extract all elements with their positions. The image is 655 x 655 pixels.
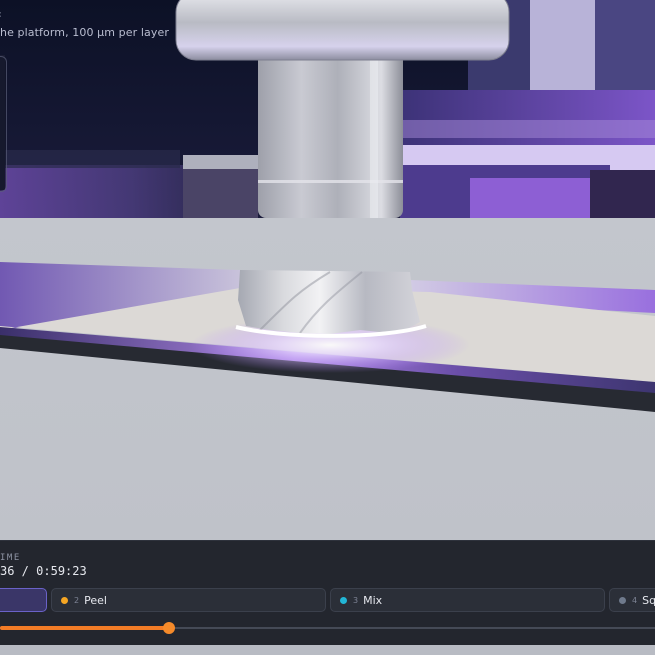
printer-scene xyxy=(0,0,655,540)
step-button-peel[interactable]: 2 Peel xyxy=(51,588,326,612)
time-total: 0:59:23 xyxy=(36,564,87,578)
app-root: ‹ he platform, 100 µm per layer IME 36 /… xyxy=(0,0,655,655)
step-number: 2 xyxy=(74,595,80,605)
step-name: Peel xyxy=(84,593,107,607)
step-button-squeeze[interactable]: 4 Squ xyxy=(609,588,655,612)
time-current: 36 xyxy=(0,564,15,578)
step-number: 4 xyxy=(632,595,638,605)
step-status-dot xyxy=(619,596,626,604)
time-readout: 36 / 0:59:23 xyxy=(0,564,87,578)
step-name: Mix xyxy=(363,593,383,607)
footer-strip xyxy=(0,645,655,655)
step-status-dot xyxy=(340,596,347,604)
step-button-1[interactable] xyxy=(0,588,47,612)
progress-scrubber-handle[interactable] xyxy=(163,622,175,634)
step-number: 3 xyxy=(353,595,359,605)
time-separator: / xyxy=(14,564,37,578)
step-button-mix[interactable]: 3 Mix xyxy=(330,588,605,612)
timeline-bar: IME 36 / 0:59:23 2 Peel 3 Mix 4 Squ xyxy=(0,540,655,655)
step-name: Squ xyxy=(642,593,655,607)
time-label: IME xyxy=(0,553,21,563)
side-panel xyxy=(0,56,7,192)
progress-fill xyxy=(0,626,169,630)
scene-caption: he platform, 100 µm per layer xyxy=(0,26,169,39)
step-status-dot xyxy=(61,596,68,604)
back-arrow-icon[interactable]: ‹ xyxy=(0,10,1,20)
printer-3d-viewport[interactable]: ‹ he platform, 100 µm per layer xyxy=(0,0,655,540)
